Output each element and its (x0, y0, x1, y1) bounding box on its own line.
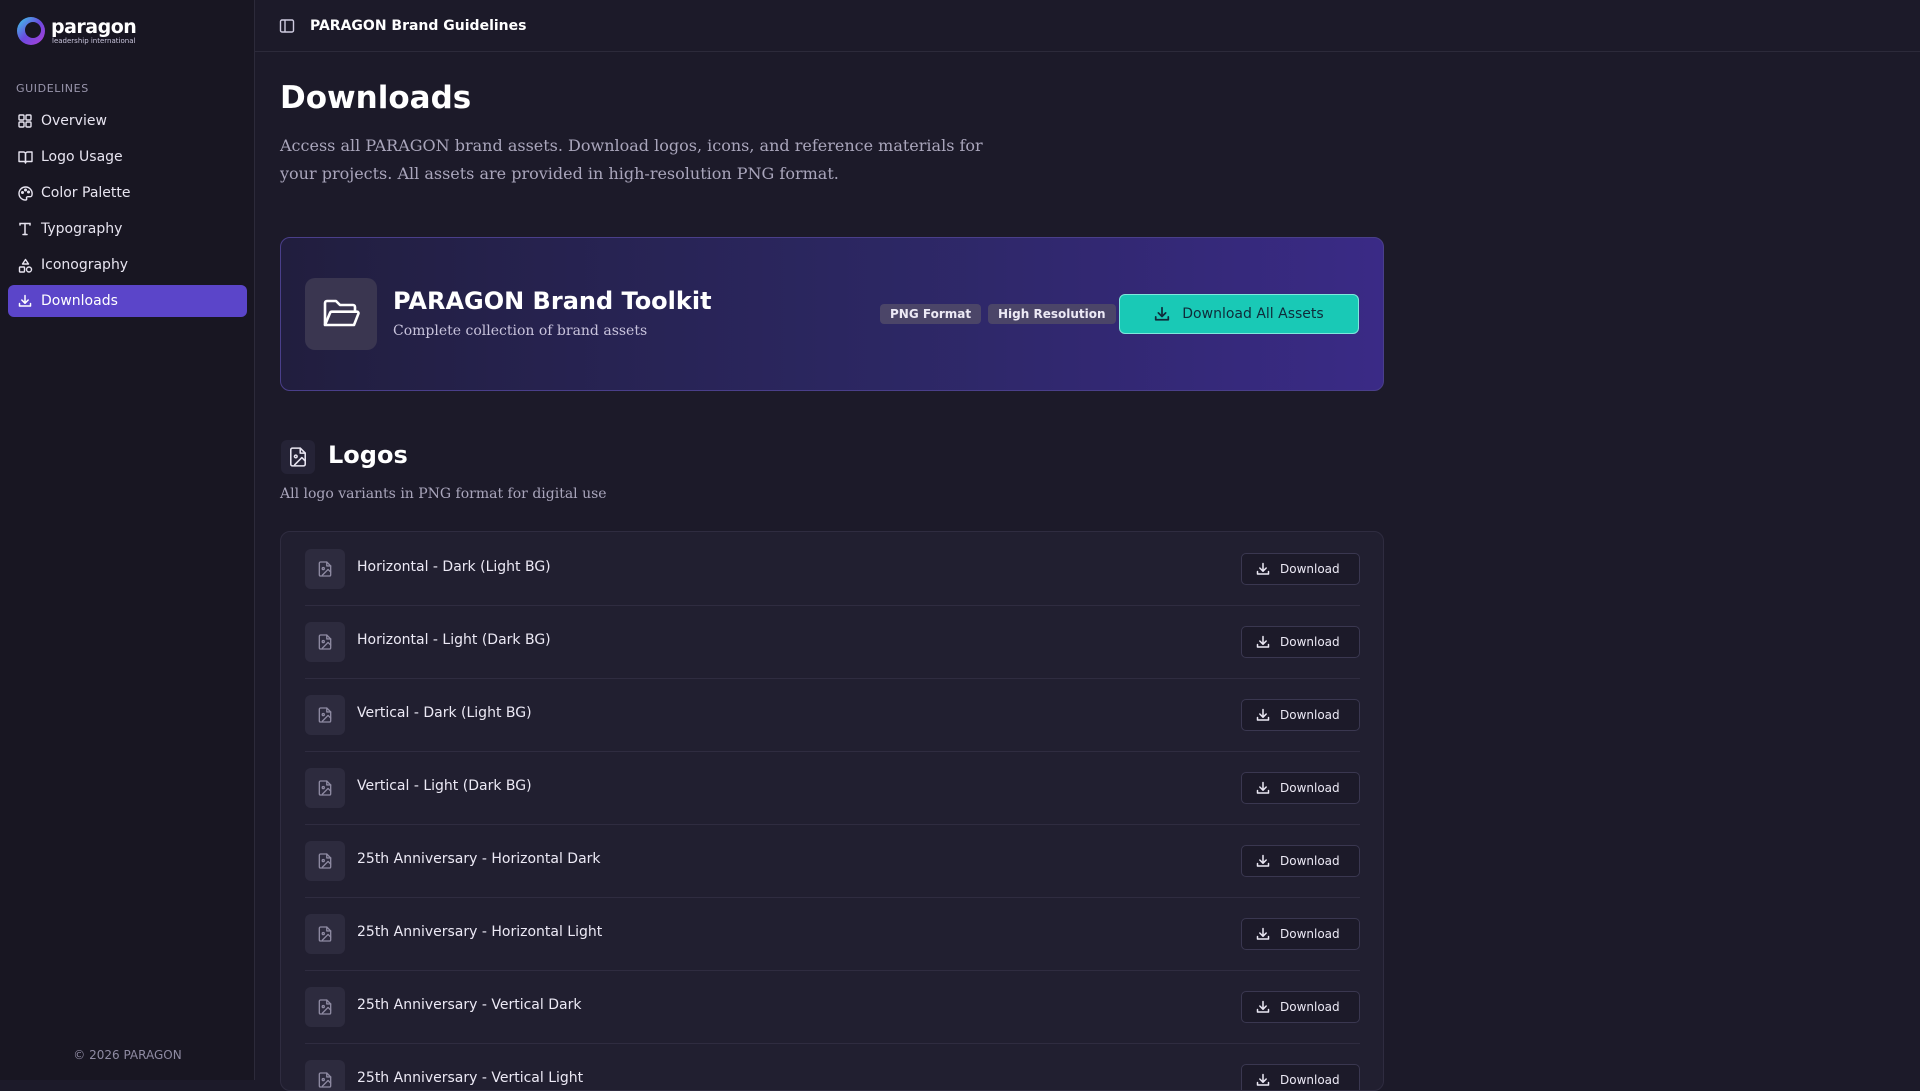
asset-name: 25th Anniversary - Vertical Dark (357, 997, 582, 1013)
list-item: 25th Anniversary - Vertical Dark Downloa… (305, 970, 1360, 1044)
logo-download-list: Horizontal - Dark (Light BG) Download Ho… (280, 531, 1384, 1091)
file-image-icon (305, 841, 345, 881)
sidebar-item-label: Overview (41, 113, 107, 129)
file-image-icon (305, 987, 345, 1027)
sidebar-item-color-palette[interactable]: Color Palette (8, 177, 247, 209)
sidebar-item-iconography[interactable]: Iconography (8, 249, 247, 281)
sidebar-item-overview[interactable]: Overview (8, 105, 247, 137)
download-all-label: Download All Assets (1182, 306, 1324, 322)
file-image-icon (305, 1060, 345, 1090)
list-item: Vertical - Dark (Light BG) Download (305, 678, 1360, 752)
sidebar-item-logo-usage[interactable]: Logo Usage (8, 141, 247, 173)
download-icon (17, 293, 33, 309)
download-icon (1256, 635, 1270, 649)
list-item: Vertical - Light (Dark BG) Download (305, 751, 1360, 825)
asset-name: Horizontal - Dark (Light BG) (357, 559, 551, 575)
sidebar: paragon leadership international GUIDELI… (0, 0, 255, 1080)
page-title: Downloads (280, 80, 472, 116)
download-all-assets-button[interactable]: Download All Assets (1119, 294, 1359, 334)
paragon-logo-icon (15, 15, 47, 47)
download-button-label: Download (1280, 927, 1340, 941)
topbar: PARAGON Brand Guidelines (255, 0, 1920, 52)
download-icon (1256, 854, 1270, 868)
download-button-label: Download (1280, 854, 1340, 868)
download-button-label: Download (1280, 635, 1340, 649)
sidebar-item-label: Typography (41, 221, 123, 237)
file-image-icon (281, 440, 315, 474)
toolkit-title: PARAGON Brand Toolkit (393, 287, 712, 315)
list-item: 25th Anniversary - Horizontal Dark Downl… (305, 824, 1360, 898)
palette-icon (17, 185, 33, 201)
type-icon (17, 221, 33, 237)
download-button-label: Download (1280, 1073, 1340, 1087)
list-item: Horizontal - Dark (Light BG) Download (305, 532, 1360, 606)
asset-name: Vertical - Dark (Light BG) (357, 705, 532, 721)
sidebar-toggle-icon[interactable] (278, 17, 296, 35)
download-icon (1256, 1073, 1270, 1087)
download-button[interactable]: Download (1241, 918, 1360, 950)
topbar-title: PARAGON Brand Guidelines (310, 17, 527, 34)
folder-open-icon (305, 278, 377, 350)
download-button[interactable]: Download (1241, 845, 1360, 877)
sidebar-item-typography[interactable]: Typography (8, 213, 247, 245)
section-title-logos: Logos (328, 441, 408, 469)
brand-logo[interactable]: paragon leadership international (15, 14, 137, 48)
download-button[interactable]: Download (1241, 1064, 1360, 1090)
book-icon (17, 149, 33, 165)
grid-icon (17, 113, 33, 129)
download-icon (1256, 1000, 1270, 1014)
asset-name: Horizontal - Light (Dark BG) (357, 632, 551, 648)
shapes-icon (17, 257, 33, 273)
download-button-label: Download (1280, 781, 1340, 795)
file-image-icon (305, 622, 345, 662)
brand-toolkit-card: PARAGON Brand Toolkit Complete collectio… (280, 237, 1384, 391)
list-item: 25th Anniversary - Horizontal Light Down… (305, 897, 1360, 971)
download-button[interactable]: Download (1241, 626, 1360, 658)
sidebar-item-label: Color Palette (41, 185, 131, 201)
file-image-icon (305, 549, 345, 589)
list-item: 25th Anniversary - Vertical Light Downlo… (305, 1043, 1360, 1090)
asset-name: 25th Anniversary - Horizontal Light (357, 924, 603, 940)
asset-name: Vertical - Light (Dark BG) (357, 778, 532, 794)
toolkit-subtitle: Complete collection of brand assets (393, 323, 648, 339)
asset-name: 25th Anniversary - Horizontal Dark (357, 851, 601, 867)
file-image-icon (305, 768, 345, 808)
section-subtitle-logos: All logo variants in PNG format for digi… (280, 486, 607, 502)
download-button[interactable]: Download (1241, 772, 1360, 804)
download-button-label: Download (1280, 708, 1340, 722)
sidebar-item-label: Iconography (41, 257, 129, 273)
download-button[interactable]: Download (1241, 699, 1360, 731)
download-button[interactable]: Download (1241, 553, 1360, 585)
sidebar-item-label: Logo Usage (41, 149, 123, 165)
download-button[interactable]: Download (1241, 991, 1360, 1023)
list-item: Horizontal - Light (Dark BG) Download (305, 605, 1360, 679)
download-icon (1256, 708, 1270, 722)
download-button-label: Download (1280, 562, 1340, 576)
download-icon (1154, 306, 1170, 322)
file-image-icon (305, 695, 345, 735)
page-description: Access all PARAGON brand assets. Downloa… (280, 136, 983, 183)
download-icon (1256, 781, 1270, 795)
nav-section-label: GUIDELINES (16, 82, 89, 95)
download-icon (1256, 927, 1270, 941)
download-button-label: Download (1280, 1000, 1340, 1014)
asset-name: 25th Anniversary - Vertical Light (357, 1070, 584, 1086)
copyright-text: © 2026 PARAGON (73, 1048, 182, 1062)
badge-high-resolution: High Resolution (988, 304, 1116, 324)
badge-png-format: PNG Format (880, 304, 982, 324)
brand-name: paragon (51, 15, 137, 38)
download-icon (1256, 562, 1270, 576)
sidebar-item-downloads[interactable]: Downloads (8, 285, 247, 317)
brand-tagline: leadership international (52, 36, 136, 45)
sidebar-item-label: Downloads (41, 293, 118, 309)
sidebar-nav: Overview Logo Usage Color Palette Typogr… (8, 105, 247, 321)
file-image-icon (305, 914, 345, 954)
